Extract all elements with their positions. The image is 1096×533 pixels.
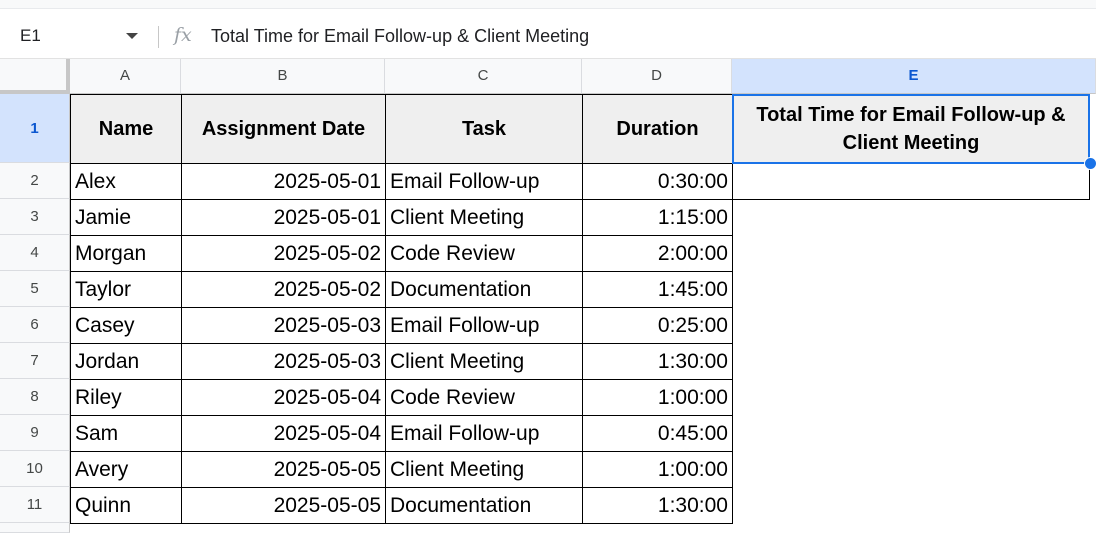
cell-e2[interactable] xyxy=(732,163,1090,200)
cell-name[interactable]: Casey xyxy=(70,307,182,344)
cell-name[interactable]: Riley xyxy=(70,379,182,416)
fill-handle[interactable] xyxy=(1084,157,1096,170)
header-cell-date[interactable]: Assignment Date xyxy=(181,94,386,164)
cell-name[interactable]: Jordan xyxy=(70,343,182,380)
row-header-4[interactable]: 4 xyxy=(0,235,70,271)
cell-name[interactable]: Sam xyxy=(70,415,182,452)
cell-duration[interactable]: 1:30:00 xyxy=(582,343,733,380)
cell-duration[interactable]: 1:00:00 xyxy=(582,379,733,416)
cell-date[interactable]: 2025-05-03 xyxy=(181,307,386,344)
row-header-6[interactable]: 6 xyxy=(0,307,70,343)
column-header-d[interactable]: D xyxy=(582,59,732,94)
column-header-e[interactable]: E xyxy=(732,59,1096,94)
cell-name[interactable]: Quinn xyxy=(70,487,182,524)
column-header-b[interactable]: B xyxy=(181,59,385,94)
cell-date[interactable]: 2025-05-02 xyxy=(181,271,386,308)
row-header-10[interactable]: 10 xyxy=(0,451,70,487)
cell-task[interactable]: Documentation xyxy=(385,487,583,524)
cell-duration[interactable]: 0:45:00 xyxy=(582,415,733,452)
formula-bar-divider xyxy=(158,26,159,48)
cell-name[interactable]: Taylor xyxy=(70,271,182,308)
cell-date[interactable]: 2025-05-05 xyxy=(181,487,386,524)
cell-duration[interactable]: 1:30:00 xyxy=(582,487,733,524)
header-cell-duration[interactable]: Duration xyxy=(582,94,733,164)
row-header-8[interactable]: 8 xyxy=(0,379,70,415)
fx-icon: fx xyxy=(174,24,192,46)
cell-name[interactable]: Jamie xyxy=(70,199,182,236)
row-header-11[interactable]: 11 xyxy=(0,487,70,523)
header-cell-task[interactable]: Task xyxy=(385,94,583,164)
cell-duration[interactable]: 1:45:00 xyxy=(582,271,733,308)
header-cell-name[interactable]: Name xyxy=(70,94,182,164)
cell-task[interactable]: Email Follow-up xyxy=(385,163,583,200)
cell-task[interactable]: Code Review xyxy=(385,235,583,272)
column-header-a[interactable]: A xyxy=(70,59,181,94)
header-cell-total-time[interactable]: Total Time for Email Follow-up & Client … xyxy=(732,94,1090,164)
cell-date[interactable]: 2025-05-03 xyxy=(181,343,386,380)
cell-date[interactable]: 2025-05-04 xyxy=(181,415,386,452)
cell-task[interactable]: Client Meeting xyxy=(385,199,583,236)
cell-duration[interactable]: 0:25:00 xyxy=(582,307,733,344)
cell-duration[interactable]: 2:00:00 xyxy=(582,235,733,272)
cell-date[interactable]: 2025-05-01 xyxy=(181,199,386,236)
cell-task[interactable]: Email Follow-up xyxy=(385,415,583,452)
cell-date[interactable]: 2025-05-01 xyxy=(181,163,386,200)
cell-duration[interactable]: 0:30:00 xyxy=(582,163,733,200)
select-all-corner[interactable] xyxy=(0,59,70,94)
cell-task[interactable]: Client Meeting xyxy=(385,451,583,488)
row-header-9[interactable]: 9 xyxy=(0,415,70,451)
cell-date[interactable]: 2025-05-02 xyxy=(181,235,386,272)
top-strip xyxy=(0,0,1096,9)
cell-date[interactable]: 2025-05-04 xyxy=(181,379,386,416)
cell-duration[interactable]: 1:00:00 xyxy=(582,451,733,488)
cell-task[interactable]: Code Review xyxy=(385,379,583,416)
row-header-5[interactable]: 5 xyxy=(0,271,70,307)
name-box-dropdown-icon[interactable] xyxy=(126,33,138,39)
cell-name[interactable]: Avery xyxy=(70,451,182,488)
row-header-2[interactable]: 2 xyxy=(0,163,70,199)
column-header-c[interactable]: C xyxy=(385,59,582,94)
formula-input[interactable]: Total Time for Email Follow-up & Client … xyxy=(211,26,589,47)
cell-duration[interactable]: 1:15:00 xyxy=(582,199,733,236)
row-header-1[interactable]: 1 xyxy=(0,94,70,163)
row-header-7[interactable]: 7 xyxy=(0,343,70,379)
formula-bar: E1 fx Total Time for Email Follow-up & C… xyxy=(0,16,1096,59)
row-header-3[interactable]: 3 xyxy=(0,199,70,235)
cell-task[interactable]: Client Meeting xyxy=(385,343,583,380)
row-header-stub xyxy=(0,523,70,533)
cell-task[interactable]: Documentation xyxy=(385,271,583,308)
name-box[interactable]: E1 xyxy=(20,26,41,46)
cell-date[interactable]: 2025-05-05 xyxy=(181,451,386,488)
cell-name[interactable]: Alex xyxy=(70,163,182,200)
cell-name[interactable]: Morgan xyxy=(70,235,182,272)
cell-task[interactable]: Email Follow-up xyxy=(385,307,583,344)
